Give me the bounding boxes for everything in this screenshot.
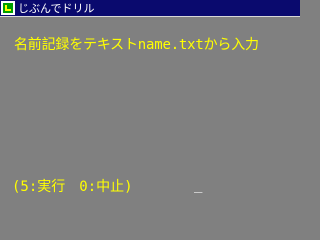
app-window: じぶんでドリル 名前記録をテキストname.txtから入力 (5:実行 0:中止… [0,0,300,238]
app-logo-stroke-horizontal [5,9,11,11]
app-logo-icon [1,1,15,15]
options-text: (5:実行 0:中止) [12,179,133,195]
title-bar[interactable]: じぶんでドリル [0,0,300,17]
window-title: じぶんでドリル [18,2,95,15]
console-area[interactable]: 名前記録をテキストname.txtから入力 (5:実行 0:中止) _ [0,17,300,238]
text-cursor: _ [194,177,203,193]
prompt-text: 名前記録をテキストname.txtから入力 [14,37,259,53]
